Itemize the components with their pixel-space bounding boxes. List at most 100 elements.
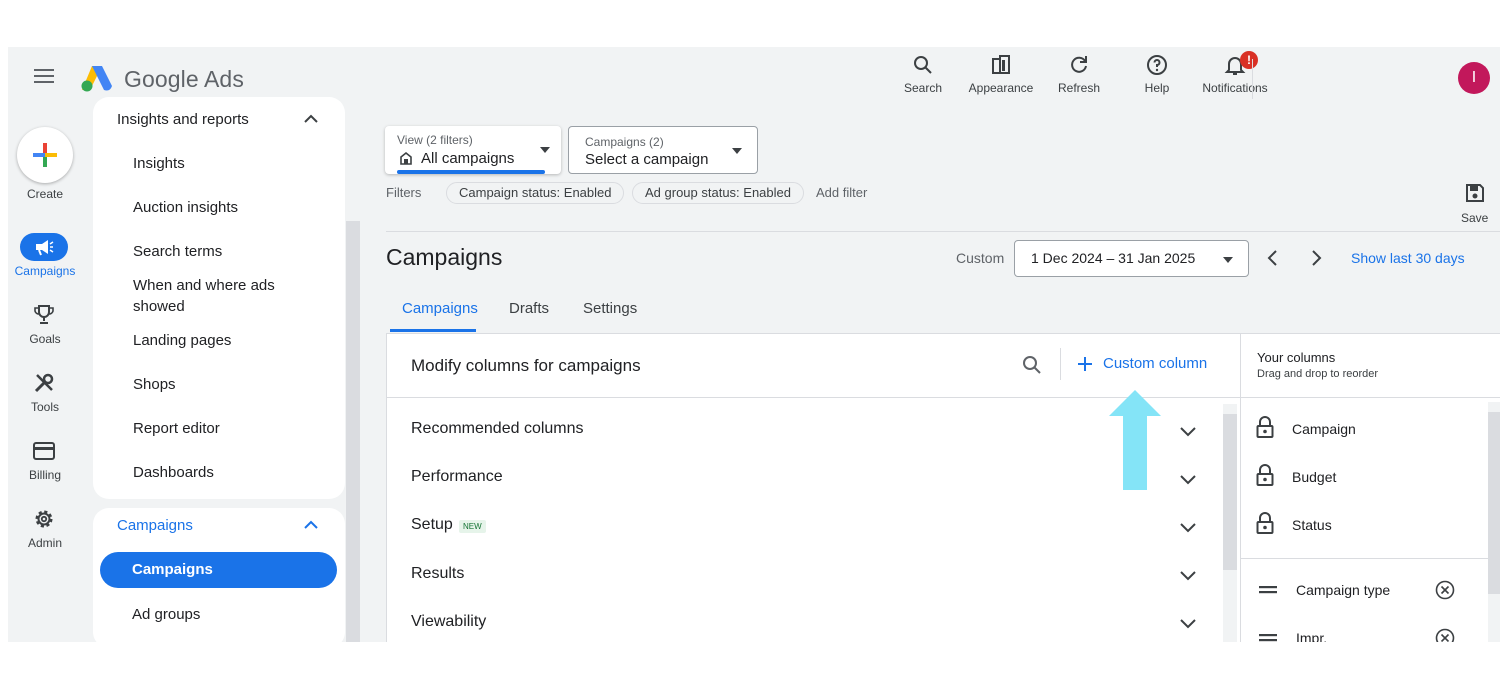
appearance-action[interactable]: Appearance: [962, 53, 1040, 95]
section-recommended-columns[interactable]: Recommended columns: [411, 420, 1211, 438]
view-selector[interactable]: View (2 filters) All campaigns: [385, 126, 561, 174]
remove-icon[interactable]: [1435, 580, 1455, 600]
help-action[interactable]: Help: [1118, 53, 1196, 95]
credit-card-icon[interactable]: [30, 439, 58, 463]
search-label: Search: [903, 81, 943, 95]
lock-icon: [1256, 464, 1274, 486]
billing-label[interactable]: Billing: [8, 468, 82, 482]
nav-item-landing-pages[interactable]: Landing pages: [133, 330, 231, 351]
tools-icon[interactable]: [30, 371, 58, 395]
view-underline: [397, 170, 545, 174]
nav-item-report-editor[interactable]: Report editor: [133, 418, 220, 439]
nav-item-when-where[interactable]: When and where ads showed: [133, 275, 313, 317]
create-button[interactable]: [17, 127, 73, 183]
refresh-label: Refresh: [1057, 81, 1101, 95]
remove-icon[interactable]: [1435, 628, 1455, 642]
search-icon[interactable]: [1021, 354, 1043, 376]
new-badge: NEW: [459, 520, 486, 533]
date-range-value: 1 Dec 2024 – 31 Jan 2025: [1031, 250, 1196, 266]
chevron-left-icon[interactable]: [1265, 249, 1281, 267]
locked-divider: [1241, 558, 1491, 559]
chevron-down-icon[interactable]: [1179, 614, 1197, 632]
locked-column-status: Status: [1292, 517, 1332, 533]
nav-scrollbar[interactable]: [346, 221, 360, 642]
top-actions: Search Appearance Refresh Help ! Notific…: [884, 51, 1274, 95]
column-impr[interactable]: Impr.: [1296, 630, 1327, 642]
notifications-action[interactable]: ! Notifications: [1196, 51, 1274, 95]
section-setup[interactable]: Setup: [411, 516, 455, 534]
dropdown-arrow-icon: [732, 148, 742, 154]
filter-chip-ad-group-status[interactable]: Ad group status: Enabled: [632, 182, 804, 204]
section-viewability[interactable]: Viewability: [411, 613, 1211, 631]
google-ads-logo: [81, 66, 112, 92]
tools-label[interactable]: Tools: [8, 400, 82, 414]
nav-item-auction-insights[interactable]: Auction insights: [133, 197, 238, 218]
campaigns-rail-button[interactable]: [20, 233, 68, 261]
chevron-down-icon[interactable]: [1179, 566, 1197, 584]
refresh-action[interactable]: Refresh: [1040, 53, 1118, 95]
section-performance[interactable]: Performance: [411, 468, 1211, 486]
tab-drafts[interactable]: Drafts: [509, 300, 549, 317]
notifications-label: Notifications: [1202, 81, 1268, 95]
campaigns-header[interactable]: Campaigns: [117, 517, 193, 534]
create-label: Create: [26, 187, 64, 201]
gear-icon[interactable]: [30, 507, 58, 531]
admin-label[interactable]: Admin: [8, 536, 82, 550]
view-label: View (2 filters): [397, 133, 473, 147]
lock-icon: [1256, 512, 1274, 534]
sections-scrollbar[interactable]: [1223, 414, 1237, 570]
modify-columns-title: Modify columns for campaigns: [411, 356, 641, 375]
column-campaign-type[interactable]: Campaign type: [1296, 582, 1390, 598]
nav-scroll-track: [346, 113, 360, 221]
nav-item-campaigns-label: Campaigns: [132, 561, 213, 578]
save-icon[interactable]: [1465, 183, 1485, 203]
chevron-right-icon[interactable]: [1308, 249, 1324, 267]
filters-label: Filters: [386, 185, 422, 200]
insights-nav-card: Insights and reports Insights Auction in…: [93, 97, 345, 499]
search-icon: [914, 56, 932, 74]
campaigns-rail-label[interactable]: Campaigns: [8, 264, 82, 278]
columns-scrollbar[interactable]: [1488, 412, 1500, 594]
add-filter-link[interactable]: Add filter: [816, 185, 867, 200]
goals-label[interactable]: Goals: [8, 332, 82, 346]
insights-header[interactable]: Insights and reports: [117, 111, 249, 128]
show-last-30-days-link[interactable]: Show last 30 days: [1351, 250, 1465, 266]
chevron-down-icon[interactable]: [1179, 470, 1197, 488]
menu-icon[interactable]: [34, 69, 54, 87]
drag-handle-icon[interactable]: [1259, 586, 1277, 594]
chevron-up-icon[interactable]: [303, 113, 319, 125]
tab-settings[interactable]: Settings: [583, 300, 637, 317]
filters-divider: [386, 231, 1500, 232]
nav-item-insights[interactable]: Insights: [133, 153, 185, 174]
filter-chip-campaign-status[interactable]: Campaign status: Enabled: [446, 182, 625, 204]
search-action[interactable]: Search: [884, 53, 962, 95]
trophy-icon[interactable]: [30, 303, 58, 327]
top-divider: [1252, 59, 1253, 99]
drag-handle-icon[interactable]: [1259, 634, 1277, 642]
plus-icon[interactable]: [1077, 356, 1093, 372]
chevron-down-icon[interactable]: [1179, 518, 1197, 536]
avatar[interactable]: I: [1458, 62, 1490, 94]
campaign-selector-value: Select a campaign: [585, 151, 709, 168]
campaign-selector[interactable]: Campaigns (2) Select a campaign: [568, 126, 758, 174]
plus-icon: [33, 143, 57, 167]
nav-item-search-terms[interactable]: Search terms: [133, 241, 222, 262]
dropdown-arrow-icon: [1223, 257, 1233, 263]
save-label[interactable]: Save: [1461, 211, 1488, 225]
modify-columns-panel: Modify columns for campaigns Custom colu…: [386, 333, 1500, 642]
chevron-down-icon[interactable]: [1179, 422, 1197, 440]
nav-item-shops[interactable]: Shops: [133, 374, 176, 395]
your-columns-divider: [1241, 397, 1500, 398]
tab-campaigns[interactable]: Campaigns: [402, 300, 478, 317]
section-results[interactable]: Results: [411, 565, 1211, 583]
chevron-up-icon[interactable]: [303, 519, 319, 531]
date-mode: Custom: [956, 250, 1005, 266]
toolbar-divider: [1060, 348, 1061, 380]
nav-item-dashboards[interactable]: Dashboards: [133, 462, 214, 483]
your-columns-title: Your columns: [1257, 350, 1336, 365]
date-range-picker[interactable]: 1 Dec 2024 – 31 Jan 2025: [1014, 240, 1249, 277]
nav-item-ad-groups[interactable]: Ad groups: [132, 604, 200, 625]
custom-column-button[interactable]: Custom column: [1103, 355, 1207, 372]
locked-column-campaign: Campaign: [1292, 421, 1356, 437]
app-frame: Google Ads Search Appearance Refresh Hel…: [8, 47, 1500, 642]
